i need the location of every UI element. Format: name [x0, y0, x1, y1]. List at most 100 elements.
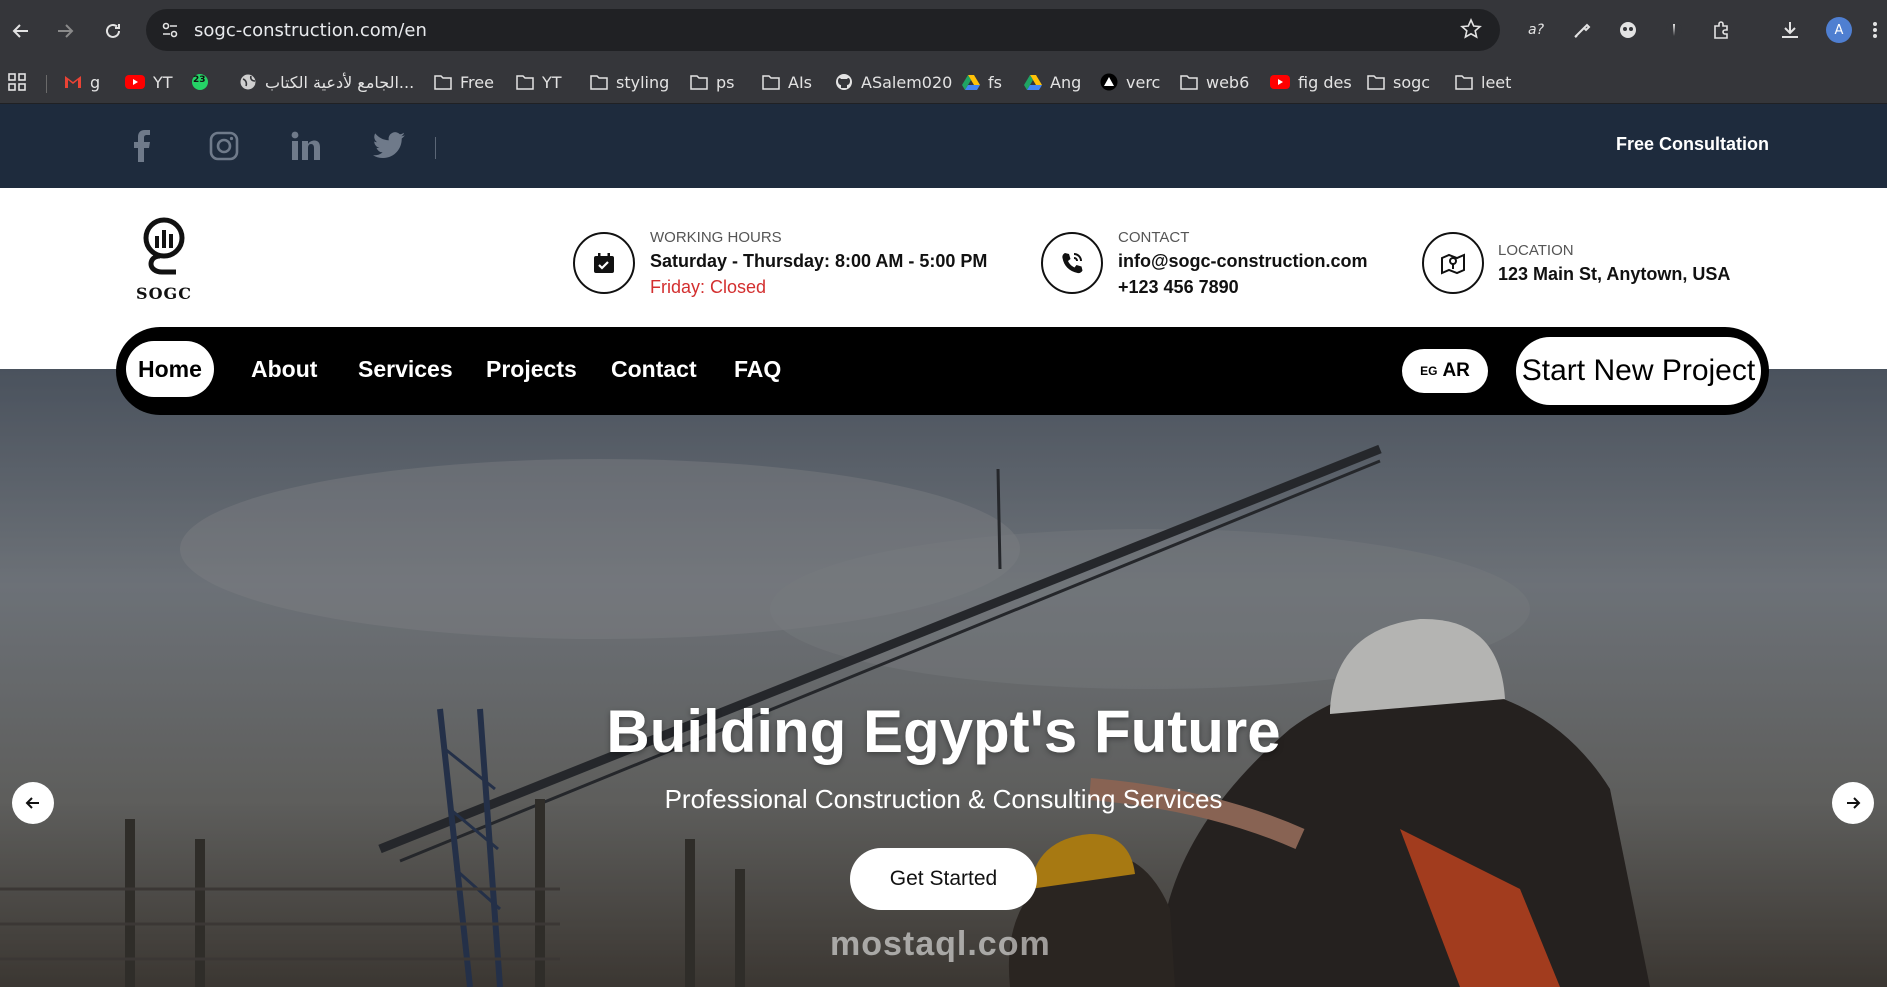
folder-icon — [1367, 74, 1385, 90]
bookmark-label: fs — [988, 72, 1002, 92]
bookmark-label: web6 — [1206, 72, 1250, 92]
apps-grid-icon[interactable] — [8, 69, 26, 95]
brand-name: SOGC — [136, 284, 192, 303]
bookmark-label: styling — [616, 72, 670, 92]
working-hours-closed: Friday: Closed — [650, 277, 767, 297]
linkedin-icon[interactable] — [287, 127, 325, 165]
bookmark-item[interactable]: fs — [962, 69, 1002, 95]
sogc-logo-icon — [143, 217, 185, 275]
profile-avatar[interactable]: A — [1826, 17, 1852, 43]
bookmark-label: ASalem020 — [861, 72, 953, 92]
bookmark-label: ps — [716, 72, 735, 92]
forward-icon[interactable] — [48, 14, 82, 48]
bookmark-item[interactable]: YT — [516, 69, 562, 95]
drive-icon — [1024, 74, 1042, 90]
bookmark-label: fig des — [1298, 72, 1352, 92]
globe-icon — [239, 73, 257, 91]
nav-faq[interactable]: FAQ — [734, 341, 781, 397]
contact-phone[interactable]: +123 456 7890 — [1118, 277, 1239, 298]
working-hours-value: Saturday - Thursday: 8:00 AM - 5:00 PM — [650, 251, 988, 271]
nav-projects[interactable]: Projects — [486, 341, 577, 397]
folder-icon — [434, 74, 452, 90]
folder-icon — [516, 74, 534, 90]
egypt-flag-icon: EG — [1420, 364, 1438, 378]
bookmark-item[interactable]: leet — [1455, 69, 1511, 95]
bookmark-item[interactable]: styling — [590, 69, 669, 95]
folder-icon — [1455, 74, 1473, 90]
bookmark-item[interactable]: web6 — [1180, 69, 1249, 95]
bookmark-item[interactable]: verc — [1100, 69, 1160, 95]
bookmark-item[interactable]: Free — [434, 69, 494, 95]
info-bar: SOGC WORKING HOURS Saturday - Thursday: … — [0, 188, 1887, 334]
location-value: 123 Main St, Anytown, USA — [1498, 264, 1731, 284]
bookmark-label: g — [90, 72, 101, 92]
free-consultation-link[interactable]: Free Consultation — [1616, 134, 1769, 155]
bookmark-item[interactable]: AIs — [762, 69, 812, 95]
back-icon[interactable] — [4, 14, 38, 48]
bookmark-star-icon[interactable] — [1460, 18, 1482, 44]
slider-prev-arrow-icon[interactable] — [12, 782, 54, 824]
top-bar: Free Consultation — [0, 104, 1887, 188]
nav-services[interactable]: Services — [358, 341, 453, 397]
phone-call-icon — [1041, 232, 1103, 294]
whatsapp-icon: 23 — [191, 73, 209, 91]
bookmark-item[interactable]: YT — [125, 69, 173, 95]
bookmark-label: leet — [1481, 72, 1512, 92]
drive-icon — [962, 74, 980, 90]
youtube-icon — [1270, 75, 1290, 89]
bookmark-item[interactable]: 23 — [191, 69, 209, 95]
slider-next-arrow-icon[interactable] — [1832, 782, 1874, 824]
bookmark-item[interactable]: Ang — [1024, 69, 1081, 95]
bookmark-item[interactable]: fig des — [1270, 69, 1352, 95]
location-label: LOCATION — [1498, 242, 1574, 259]
bookmarks-bar: g YT 23 الجامع لأدعية الكتاب... Free YT stylin… — [0, 59, 1887, 104]
bookmark-label: Free — [460, 72, 494, 92]
start-new-project-button[interactable]: Start New Project — [1516, 337, 1761, 405]
get-started-button[interactable]: Get Started — [850, 848, 1037, 910]
extensions-puzzle-icon[interactable] — [1708, 16, 1736, 44]
bookmark-label: YT — [542, 72, 562, 92]
github-icon — [835, 73, 853, 91]
gmail-icon — [64, 75, 82, 89]
bookmark-label: Ang — [1050, 72, 1082, 92]
browser-toolbar: sogc-construction.com/en a? A — [0, 0, 1887, 59]
twitter-icon[interactable] — [370, 127, 408, 165]
bookmark-label: الجامع لأدعية الكتاب... — [265, 72, 415, 92]
contact-email[interactable]: info@sogc-construction.com — [1118, 251, 1368, 272]
folder-icon — [690, 74, 708, 90]
bookmark-item[interactable]: ASalem020 — [835, 69, 952, 95]
nav-contact[interactable]: Contact — [611, 341, 697, 397]
bookmark-label: AIs — [788, 72, 812, 92]
bookmark-item[interactable]: sogc — [1367, 69, 1430, 95]
reload-icon[interactable] — [96, 14, 130, 48]
bookmark-item[interactable]: الجامع لأدعية الكتاب... — [239, 69, 414, 95]
bookmark-label: verc — [1126, 72, 1161, 92]
calendar-icon — [573, 232, 635, 294]
bookmarks-divider — [46, 75, 47, 93]
bookmark-item[interactable]: g — [64, 69, 100, 95]
translate-extension-icon[interactable]: a? — [1522, 16, 1550, 44]
extension-slash-icon[interactable] — [1660, 16, 1688, 44]
nav-home[interactable]: Home — [126, 341, 214, 397]
bookmark-label: sogc — [1393, 72, 1431, 92]
address-bar[interactable]: sogc-construction.com/en — [146, 9, 1500, 51]
brand-logo[interactable]: SOGC — [130, 216, 198, 303]
folder-icon — [1180, 74, 1198, 90]
working-hours-label: WORKING HOURS — [650, 229, 782, 246]
nav-about[interactable]: About — [251, 341, 317, 397]
language-label: AR — [1442, 360, 1470, 381]
downloads-icon[interactable] — [1776, 16, 1804, 44]
youtube-icon — [125, 75, 145, 89]
main-navbar: Home About Services Projects Contact FAQ… — [116, 327, 1769, 415]
browser-menu-icon[interactable] — [1866, 16, 1884, 44]
url-text[interactable]: sogc-construction.com/en — [194, 20, 427, 41]
language-toggle-button[interactable]: EG AR — [1402, 349, 1488, 393]
site-settings-icon[interactable] — [160, 20, 180, 44]
contact-label: CONTACT — [1118, 229, 1190, 246]
extension-circle-icon[interactable] — [1614, 16, 1642, 44]
hero-subtitle: Professional Construction & Consulting S… — [664, 784, 1223, 814]
instagram-icon[interactable] — [205, 127, 243, 165]
bookmark-item[interactable]: ps — [690, 69, 735, 95]
facebook-icon[interactable] — [122, 127, 160, 165]
color-picker-icon[interactable] — [1568, 16, 1596, 44]
